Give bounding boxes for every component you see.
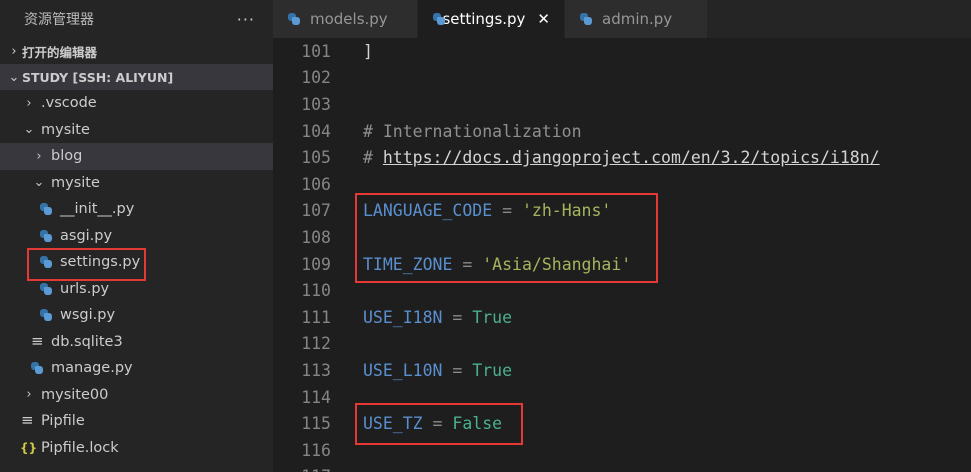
tab-models-py[interactable]: models.py — [273, 0, 418, 38]
code-comment: # Internationalization — [363, 121, 582, 141]
code-keyword: True — [472, 360, 513, 380]
close-icon[interactable]: ✕ — [537, 10, 550, 28]
line-number: 113 — [301, 360, 331, 380]
line-number: 106 — [301, 174, 331, 194]
tree-item-db-sqlite3[interactable]: db.sqlite3 — [0, 329, 273, 356]
line-number: 109 — [301, 254, 331, 274]
code-line: 103 — [273, 91, 971, 118]
chevron-right-icon: › — [26, 95, 32, 111]
more-actions-icon[interactable]: ··· — [237, 10, 255, 29]
python-file-icon — [432, 12, 451, 26]
tree-item-mysite[interactable]: ⌄ mysite — [0, 117, 273, 144]
line-number: 105 — [301, 148, 331, 168]
tree-item-mysite-inner[interactable]: ⌄ mysite — [0, 170, 273, 197]
workspace-label: STUDY [SSH: ALIYUN] — [22, 69, 174, 85]
line-number: 116 — [301, 440, 331, 460]
code-line: 113 USE_L10N = True — [273, 357, 971, 384]
chevron-right-icon: › — [11, 43, 17, 59]
line-number: 101 — [301, 41, 331, 61]
line-number: 104 — [301, 121, 331, 141]
tree-item-pipfile[interactable]: Pipfile — [0, 408, 273, 435]
python-file-icon — [579, 12, 593, 26]
docs-link[interactable]: https://docs.djangoproject.com/en/3.2/to… — [383, 148, 880, 167]
settings-highlight-box — [27, 248, 146, 281]
chevron-down-icon: ⌄ — [23, 122, 35, 138]
tree-item-label: mysite — [41, 121, 90, 138]
editor-tabs: models.py settings.py ✕ admin.py — [273, 0, 971, 38]
code-line: 111 USE_I18N = True — [273, 304, 971, 331]
explorer-header: 资源管理器 ··· — [0, 0, 273, 38]
database-file-icon — [30, 332, 44, 350]
line-number: 110 — [301, 281, 331, 301]
json-file-icon: {} — [20, 440, 38, 455]
line-number: 111 — [301, 307, 331, 327]
line-number: 115 — [301, 414, 331, 434]
chevron-down-icon: ⌄ — [33, 175, 45, 191]
line-number: 102 — [301, 68, 331, 88]
explorer-title: 资源管理器 — [24, 12, 94, 28]
tab-admin-py[interactable]: admin.py — [565, 0, 708, 38]
line-number: 103 — [301, 94, 331, 114]
tab-label: settings.py — [442, 10, 526, 28]
tree-item-vscode[interactable]: › .vscode — [0, 90, 273, 117]
tab-label: admin.py — [602, 10, 673, 28]
chevron-right-icon: › — [26, 387, 32, 403]
tree-item-label: blog — [51, 148, 83, 165]
chevron-right-icon: › — [36, 148, 42, 164]
python-file-icon — [39, 308, 53, 322]
line-number: 114 — [301, 387, 331, 407]
tree-item-label: mysite — [51, 174, 100, 191]
language-timezone-highlight-box — [355, 193, 658, 283]
tree-item-pipfile-lock[interactable]: {} Pipfile.lock — [0, 435, 273, 462]
tree-item-label: Pipfile.lock — [41, 439, 119, 456]
tree-item-label: urls.py — [60, 280, 110, 297]
code-line: 105 # https://docs.djangoproject.com/en/… — [273, 144, 971, 171]
code-line: 112 — [273, 331, 971, 358]
tab-label: models.py — [310, 10, 388, 28]
line-number: 112 — [301, 334, 331, 354]
tree-item-init-py[interactable]: __init__.py — [0, 196, 273, 223]
tree-item-label: wsgi.py — [60, 307, 116, 324]
code-comment: # — [363, 148, 383, 168]
open-editors-section[interactable]: › 打开的编辑器 — [0, 38, 273, 64]
python-file-icon — [30, 361, 44, 375]
tree-item-wsgi-py[interactable]: wsgi.py — [0, 302, 273, 329]
python-file-icon — [39, 229, 53, 243]
tree-item-asgi-py[interactable]: asgi.py — [0, 223, 273, 250]
line-number: 108 — [301, 227, 331, 247]
chevron-down-icon: ⌄ — [8, 69, 20, 85]
line-number: 107 — [301, 201, 331, 221]
tree-item-label: asgi.py — [60, 227, 113, 244]
tab-settings-py[interactable]: settings.py ✕ — [418, 0, 565, 38]
code-keyword: True — [472, 307, 513, 327]
code-operator: = — [442, 307, 473, 327]
code-text: ] — [363, 41, 373, 61]
text-file-icon — [20, 411, 34, 429]
code-line: 101 ] — [273, 38, 971, 65]
tree-item-blog[interactable]: › blog — [0, 143, 273, 170]
tree-item-label: .vscode — [41, 95, 97, 112]
tree-item-manage-py[interactable]: manage.py — [0, 355, 273, 382]
code-line: 117 — [273, 464, 971, 472]
line-number: 117 — [273, 467, 331, 472]
code-editor[interactable]: 101 ] 102 103 104 # Internationalization… — [273, 38, 971, 472]
tree-item-mysite00[interactable]: › mysite00 — [0, 382, 273, 409]
tree-item-label: mysite00 — [41, 386, 109, 403]
tree-item-label: manage.py — [51, 360, 133, 377]
python-file-icon — [39, 202, 53, 216]
code-variable: USE_L10N — [363, 360, 443, 380]
code-operator: = — [442, 360, 473, 380]
python-file-icon — [287, 12, 301, 26]
code-variable: USE_I18N — [363, 307, 443, 327]
code-line: 104 # Internationalization — [273, 118, 971, 145]
tree-item-label: db.sqlite3 — [51, 333, 123, 350]
tree-item-label: Pipfile — [41, 413, 85, 430]
explorer-sidebar: 资源管理器 ··· › 打开的编辑器 ⌄ STUDY [SSH: ALIYUN]… — [0, 0, 273, 472]
use-tz-highlight-box — [355, 403, 523, 445]
tree-item-label: __init__.py — [60, 201, 135, 218]
code-line: 102 — [273, 65, 971, 92]
workspace-section[interactable]: ⌄ STUDY [SSH: ALIYUN] — [0, 64, 273, 90]
open-editors-label: 打开的编辑器 — [22, 44, 98, 60]
python-file-icon — [39, 282, 53, 296]
